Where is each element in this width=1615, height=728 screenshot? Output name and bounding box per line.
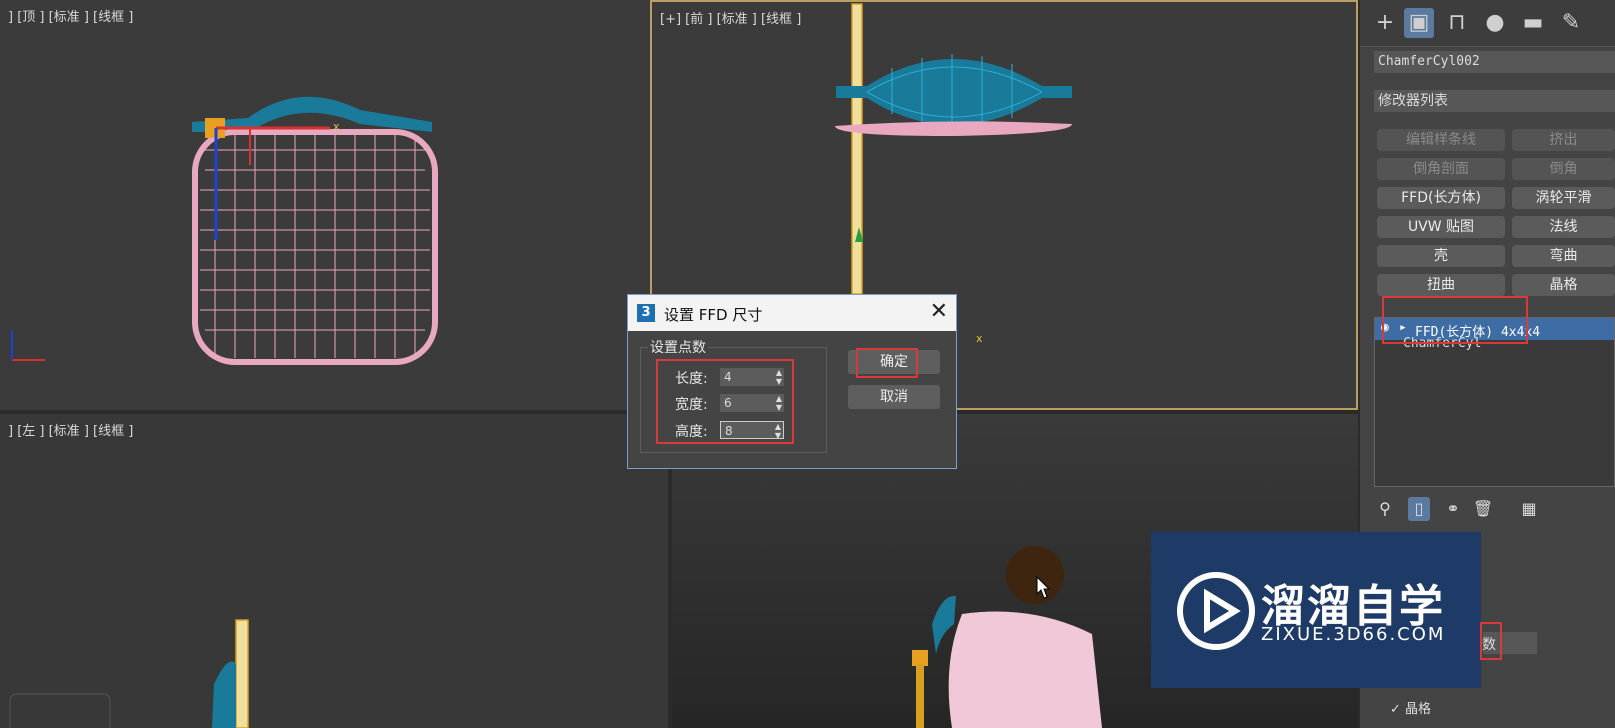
mouse-cursor-icon [1036,576,1051,599]
modifier-button-normal[interactable]: 法线 [1512,216,1615,238]
lattice-rollout-label[interactable]: ✓ 晶格 [1390,698,1431,717]
dialog-title: 设置 FFD 尺寸 [664,306,763,324]
motion-icon[interactable]: ● [1480,8,1510,38]
svg-text:x: x [976,332,983,345]
modifier-button-twist[interactable]: 扭曲 [1377,274,1505,296]
modifier-list-dropdown[interactable]: 修改器列表 [1374,90,1615,112]
viewport-left[interactable]: ] [左 ] [标准 ] [线框 ] [0,414,668,728]
top-scene: x [11,96,438,365]
modify-icon[interactable]: ▣ [1404,8,1434,38]
utilities-icon[interactable]: ✎ [1556,8,1586,38]
modifier-button-lattice[interactable]: 晶格 [1512,274,1615,296]
stack-toolbar: ⚲ ▯ ⚭ 🗑 ▦ [1374,497,1615,523]
modifier-button-bevel[interactable]: 倒角 [1512,158,1615,180]
svg-text:x: x [333,120,340,133]
app-logo-icon: 3 [637,304,655,322]
cursor-highlight [1006,546,1064,604]
viewport-top[interactable]: ] [顶 ] [标准 ] [线框 ] x [0,0,650,410]
modifier-button-shell[interactable]: 壳 [1377,245,1505,267]
command-panel-tabs: + ▣ ⊓ ● ▬ ✎ [1360,0,1615,47]
modifier-button-extrude[interactable]: 挤出 [1512,129,1615,151]
watermark: 溜溜自学 ZIXUE.3D66.COM [1151,532,1481,688]
annotation-box-spinners [656,359,794,444]
dialog-titlebar[interactable]: 3 设置 FFD 尺寸 ✕ [628,295,956,331]
close-icon[interactable]: ✕ [930,299,948,324]
hierarchy-icon[interactable]: ⊓ [1442,8,1472,38]
modifier-button-bend[interactable]: 弯曲 [1512,245,1615,267]
modifier-button-ffd-box[interactable]: FFD(长方体) [1377,187,1505,209]
modifier-button-edit-spline[interactable]: 编辑样条线 [1377,129,1505,151]
create-icon[interactable]: + [1370,8,1400,38]
play-logo-icon [1177,572,1255,650]
object-name-field[interactable]: ChamferCyl002 [1374,51,1615,73]
pin-stack-icon[interactable]: ⚲ [1374,497,1396,521]
modifier-button-bevel-profile[interactable]: 倒角剖面 [1377,158,1505,180]
annotation-box-ok [856,348,918,378]
left-scene [9,619,249,728]
cancel-button[interactable]: 取消 [848,385,940,409]
group-label: 设置点数 [648,337,708,357]
modifier-button-uvw-map[interactable]: UVW 贴图 [1377,216,1505,238]
make-unique-icon[interactable]: ⚭ [1442,497,1464,521]
display-icon[interactable]: ▬ [1518,8,1548,38]
annotation-box-stack [1382,296,1528,344]
modifier-button-turbosmooth[interactable]: 涡轮平滑 [1512,187,1615,209]
annotation-box-parameter [1480,622,1502,660]
delete-modifier-icon[interactable]: 🗑 [1472,497,1494,521]
watermark-subtitle: ZIXUE.3D66.COM [1261,624,1446,645]
show-end-result-icon[interactable]: ▯ [1408,497,1430,521]
configure-sets-icon[interactable]: ▦ [1518,497,1540,521]
